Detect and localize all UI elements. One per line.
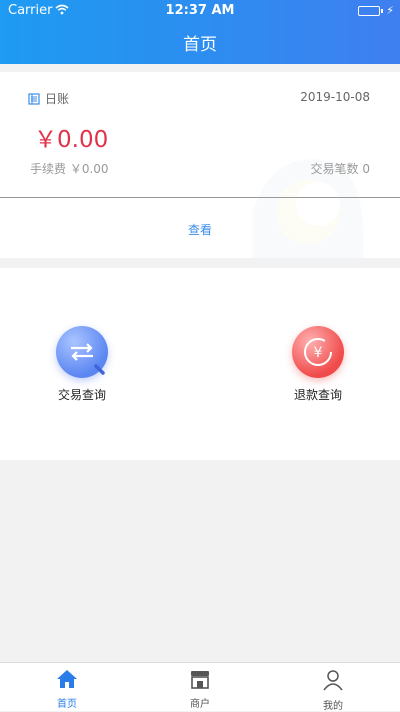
header: Carrier 12:37 AM ⚡ 首页 xyxy=(0,0,400,64)
battery-icon: ⚡ xyxy=(358,4,394,17)
page-title: 首页 xyxy=(183,35,217,55)
transaction-query-button[interactable]: 交易查询 xyxy=(32,326,132,403)
divider xyxy=(0,197,400,198)
tab-profile[interactable]: 我的 xyxy=(293,669,373,712)
view-button[interactable]: 查看 xyxy=(0,221,400,238)
tab-home-label: 首页 xyxy=(57,699,77,710)
status-bar: Carrier 12:37 AM ⚡ xyxy=(0,0,400,20)
store-icon xyxy=(191,671,209,689)
daily-summary-card: 日账 2019-10-08 ￥0.00 手续费 ￥0.00 交易笔数 0 查看 xyxy=(0,72,400,262)
fee-text: 手续费 ￥0.00 xyxy=(30,162,109,176)
refund-query-button[interactable]: ¥ 退款查询 xyxy=(268,326,368,403)
home-icon xyxy=(57,670,77,688)
transaction-count: 交易笔数 0 xyxy=(310,162,370,176)
refund-query-icon: ¥ xyxy=(292,326,344,378)
transaction-query-icon xyxy=(56,326,108,378)
svg-text:¥: ¥ xyxy=(314,345,323,361)
quick-actions: 交易查询 ¥ 退款查询 xyxy=(0,268,400,460)
clock: 12:37 AM xyxy=(165,3,235,18)
tab-profile-label: 我的 xyxy=(323,701,343,712)
tab-store[interactable]: 商户 xyxy=(160,669,240,710)
tab-home[interactable]: 首页 xyxy=(27,669,107,710)
total-amount: ￥0.00 xyxy=(34,127,109,153)
date-label: 2019-10-08 xyxy=(300,90,370,104)
transaction-query-label: 交易查询 xyxy=(57,388,106,402)
tab-bar: 首页 商户 我的 xyxy=(0,662,400,712)
refund-query-label: 退款查询 xyxy=(293,388,342,402)
daily-label: 日账 xyxy=(28,90,69,107)
daily-label-text: 日账 xyxy=(45,92,70,106)
profile-icon xyxy=(323,670,343,691)
ledger-icon xyxy=(28,92,40,105)
tab-store-label: 商户 xyxy=(190,699,210,710)
